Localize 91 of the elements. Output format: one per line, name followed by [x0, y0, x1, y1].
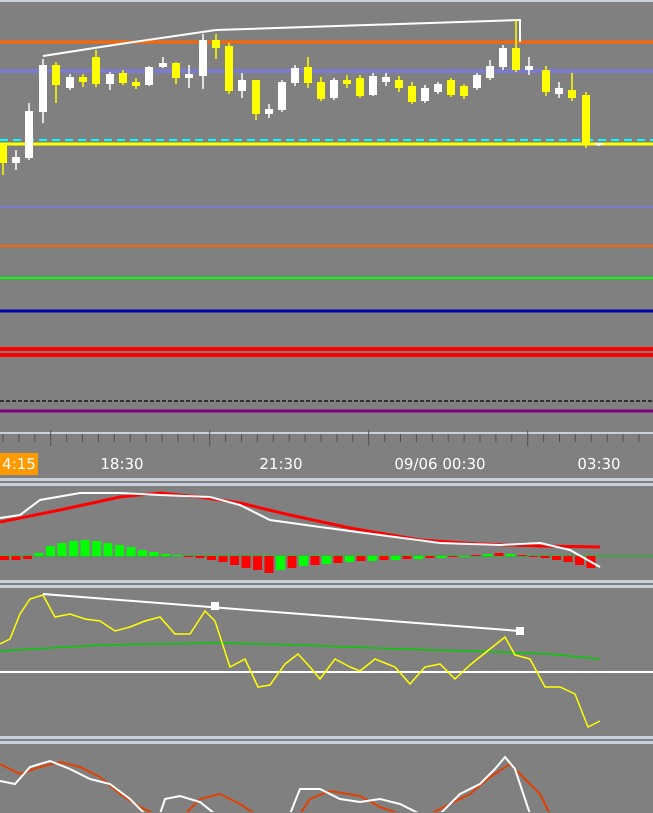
candlestick: [304, 57, 312, 88]
candlestick: [395, 76, 403, 92]
pane-splitter[interactable]: [0, 736, 653, 744]
candlestick: [512, 20, 520, 72]
histogram-bar: [80, 540, 90, 556]
candlestick: [382, 73, 390, 86]
candlestick: [25, 103, 33, 160]
candlestick: [0, 143, 7, 175]
candlestick: [66, 74, 74, 90]
time-label: 21:30: [259, 454, 303, 475]
histogram-bar: [414, 556, 423, 559]
histogram-bar: [575, 556, 584, 565]
candlestick: [460, 84, 468, 99]
histogram-bar: [12, 556, 20, 560]
candlestick: [185, 65, 193, 88]
candlestick: [330, 78, 338, 100]
time-label: 09/06 00:30: [394, 454, 486, 475]
candlestick: [212, 34, 220, 59]
histogram-bar: [310, 556, 320, 565]
histogram-bar: [368, 556, 377, 561]
candlestick: [369, 73, 377, 96]
candlestick: [79, 74, 87, 87]
candlestick: [159, 57, 167, 68]
histogram-bar: [58, 543, 66, 556]
histogram-bar: [126, 547, 136, 556]
time-label: 18:30: [100, 454, 144, 475]
histogram-bar: [380, 556, 388, 560]
histogram-bar: [391, 556, 400, 560]
candlestick: [434, 82, 442, 94]
candlestick: [278, 80, 286, 112]
histogram-bar: [138, 550, 147, 556]
candlestick: [119, 70, 127, 85]
histogram-bar: [402, 556, 412, 559]
histogram-bar: [253, 556, 262, 570]
candlestick: [252, 80, 260, 120]
candlestick: [499, 45, 507, 70]
candlestick: [238, 73, 246, 98]
histogram-bar: [218, 556, 228, 562]
candlestick: [525, 57, 533, 75]
pane-splitter[interactable]: [0, 580, 653, 588]
candlestick: [408, 82, 416, 104]
candlestick: [52, 62, 60, 103]
histogram-bar: [242, 556, 250, 568]
time-label: 03:30: [577, 454, 621, 475]
candlestick: [145, 66, 153, 86]
histogram-bar: [552, 556, 561, 560]
histogram-bar: [23, 556, 32, 559]
candlestick: [568, 73, 576, 101]
histogram-bar: [92, 541, 101, 556]
candlestick: [199, 34, 207, 89]
histogram-bar: [69, 541, 78, 556]
histogram-bar: [150, 552, 158, 556]
time-label: 4:15: [0, 453, 38, 475]
histogram-bar: [276, 556, 285, 570]
candlestick: [356, 75, 364, 98]
candlestick: [291, 65, 299, 86]
candlestick: [486, 60, 494, 80]
candlestick: [172, 62, 180, 84]
histogram-bar: [288, 556, 296, 568]
candlestick: [473, 73, 481, 90]
histogram-bar: [34, 553, 44, 556]
histogram-bar: [494, 553, 504, 556]
pane-splitter[interactable]: [0, 478, 653, 486]
candlestick: [106, 72, 114, 90]
histogram-bar: [46, 546, 55, 556]
candlestick: [343, 75, 351, 88]
candlestick: [447, 78, 455, 97]
candlestick: [595, 143, 603, 146]
histogram-bar: [322, 556, 331, 564]
candlestick: [582, 92, 590, 148]
candlestick: [555, 82, 563, 98]
histogram-bar: [334, 556, 342, 563]
candlestick: [132, 78, 140, 89]
histogram-bar: [104, 543, 112, 556]
candlestick: [39, 59, 47, 123]
candlestick: [225, 43, 233, 94]
candlestick: [265, 104, 273, 118]
histogram-bar: [564, 556, 572, 562]
candlestick: [542, 66, 550, 96]
histogram-bar: [356, 556, 366, 561]
histogram-bar: [299, 556, 308, 566]
histogram-bar: [345, 556, 354, 562]
candlestick: [92, 50, 100, 87]
histogram-bar: [207, 556, 216, 560]
candlestick: [421, 85, 429, 103]
histogram-bar: [230, 556, 239, 565]
histogram-bar: [264, 556, 274, 573]
histogram-bar: [115, 545, 124, 556]
histogram-bar: [0, 556, 9, 560]
candlestick: [317, 77, 325, 101]
candlestick: [12, 150, 20, 170]
